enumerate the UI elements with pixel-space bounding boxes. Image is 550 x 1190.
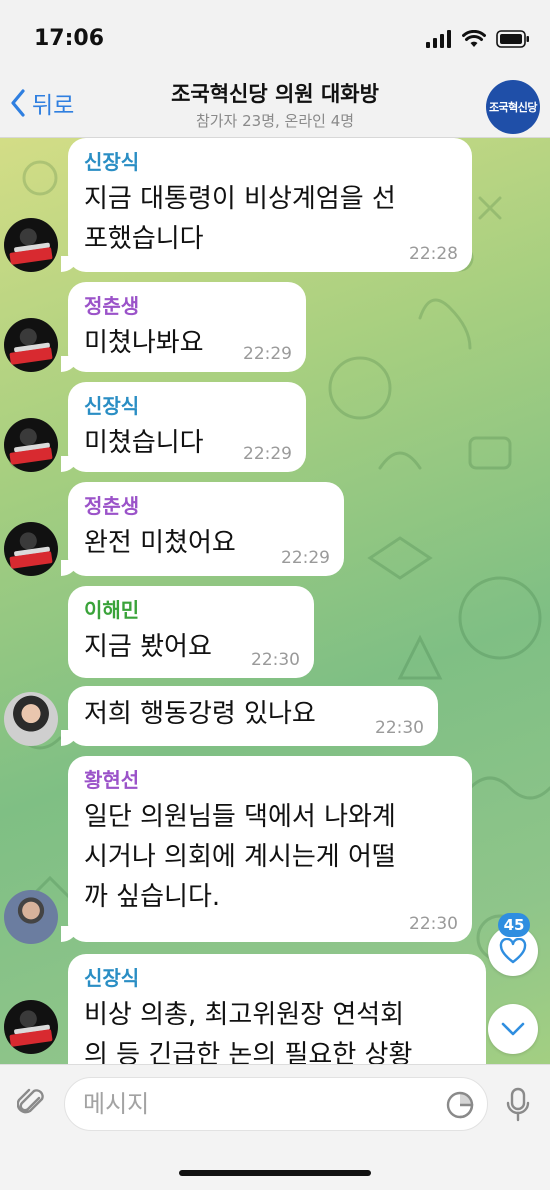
message-text-line: 포했습니다 (84, 224, 204, 254)
message-bubble[interactable]: 정춘생 미쳤나봐요 22:29 (61, 282, 306, 372)
sender-avatar[interactable] (4, 318, 58, 372)
sender-name[interactable]: 정춘생 (84, 290, 290, 319)
message-time: 22:30 (375, 718, 424, 738)
sticker-icon[interactable] (445, 1090, 475, 1120)
status-icons (426, 30, 530, 48)
chat-subtitle: 참가자 23명, 온라인 4명 (195, 112, 355, 130)
sender-name[interactable]: 신장식 (84, 146, 456, 175)
sender-name[interactable]: 황현선 (84, 764, 456, 793)
reactions-count-badge[interactable]: 45 (498, 913, 530, 937)
message-time: 22:29 (281, 548, 330, 568)
message-text-line: 의 등 긴급한 논의 필요한 상황 (84, 1040, 413, 1064)
message-bubble[interactable]: 신장식 비상 의총, 최고위원장 연석회 의 등 긴급한 논의 필요한 상황 (68, 954, 486, 1064)
status-bar: 17:06 (0, 0, 550, 80)
chat-header: 뒤로 조국혁신당 의원 대화방 참가자 23명, 온라인 4명 조국혁신당 (0, 72, 550, 138)
sender-name[interactable]: 신장식 (84, 390, 290, 419)
message-text-line: 저희 행동강령 있나요 (84, 699, 316, 729)
attach-button[interactable] (12, 1083, 52, 1123)
status-time: 17:06 (34, 26, 105, 51)
chat-title[interactable]: 조국혁신당 의원 대화방 (0, 78, 550, 108)
heart-icon (499, 938, 527, 964)
sender-avatar[interactable] (4, 418, 58, 472)
group-avatar-text: 조국혁신당 (488, 101, 538, 114)
microphone-button[interactable] (500, 1085, 536, 1125)
message-field[interactable] (64, 1077, 488, 1131)
sender-avatar[interactable] (4, 522, 58, 576)
message-bubble[interactable]: 신장식 미쳤습니다 22:29 (61, 382, 306, 472)
message-bubble[interactable]: 황현선 일단 의원님들 댁에서 나와계 시거나 의회에 계시는게 어떨 까 싶습… (61, 756, 472, 942)
group-avatar[interactable]: 조국혁신당 (486, 80, 540, 134)
message-time: 22:29 (243, 444, 292, 464)
chat-area[interactable]: 신장식 지금 대통령이 비상계엄을 선 포했습니다 22:28 정춘생 미쳤나봐… (0, 138, 550, 1064)
message-time: 22:30 (251, 650, 300, 670)
message-bubble[interactable]: 이해민 지금 봤어요 22:30 (68, 586, 314, 678)
battery-icon (496, 30, 529, 48)
sender-avatar[interactable] (4, 890, 58, 944)
message-input-bar (0, 1064, 550, 1190)
wifi-icon (462, 30, 486, 47)
message-bubble[interactable]: 정춘생 완전 미쳤어요 22:29 (61, 482, 344, 576)
message-text-line: 까 싶습니다. (84, 882, 221, 912)
microphone-icon (506, 1087, 530, 1122)
sender-avatar[interactable] (4, 1000, 58, 1054)
scroll-down-button[interactable] (488, 1004, 538, 1054)
cellular-signal-icon (426, 30, 451, 48)
chevron-down-icon (501, 1022, 525, 1036)
message-text-line: 일단 의원님들 댁에서 나와계 (84, 802, 396, 832)
sender-avatar[interactable] (4, 692, 58, 746)
home-indicator (179, 1170, 371, 1176)
sender-name[interactable]: 정춘생 (84, 490, 328, 519)
message-text-line: 지금 대통령이 비상계엄을 선 (84, 184, 396, 214)
message-time: 22:30 (409, 914, 458, 934)
message-text-line: 시거나 의회에 계시는게 어떨 (84, 842, 396, 872)
message-bubble[interactable]: 저희 행동강령 있나요 22:30 (61, 686, 438, 746)
paperclip-icon (17, 1088, 44, 1114)
message-time: 22:28 (409, 244, 458, 264)
message-input[interactable] (83, 1078, 443, 1130)
sender-name[interactable]: 신장식 (84, 962, 470, 991)
sender-avatar[interactable] (4, 218, 58, 272)
sender-name[interactable]: 이해민 (84, 594, 298, 623)
message-bubble[interactable]: 신장식 지금 대통령이 비상계엄을 선 포했습니다 22:28 (61, 138, 472, 272)
message-time: 22:29 (243, 344, 292, 364)
message-text-line: 비상 의총, 최고위원장 연석회 (84, 1000, 405, 1030)
